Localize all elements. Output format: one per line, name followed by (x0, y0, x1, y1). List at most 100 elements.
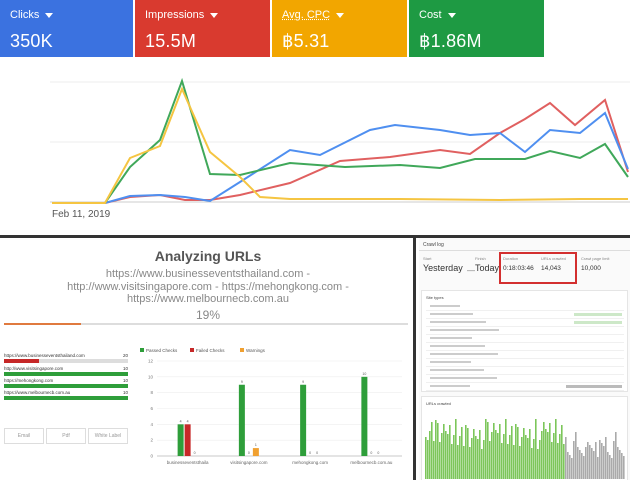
histogram-bar (621, 453, 623, 479)
url-text: https://mehongkong.com (4, 378, 54, 383)
url-text: http://www.visitsingapore.com (4, 366, 64, 371)
site-type-row[interactable] (426, 336, 624, 343)
site-type-row[interactable] (426, 328, 624, 335)
kpi-clicks-value: 350K (10, 31, 53, 51)
kpi-clicks[interactable]: Clicks 350K (0, 0, 133, 57)
url-text: https://www.businesseventsthailand.com (4, 353, 85, 358)
x-axis-date-label: Feb 11, 2019 (52, 209, 111, 220)
histogram-bar (427, 440, 429, 479)
site-type-placeholder (430, 329, 499, 331)
url-list-item[interactable]: https://mehongkong.com 10 (4, 378, 128, 388)
histogram-bar (577, 447, 579, 479)
bar (238, 384, 245, 456)
site-type-row[interactable] (426, 376, 624, 383)
site-type-row[interactable] (426, 344, 624, 351)
histogram-bar (623, 456, 625, 479)
site-type-row[interactable] (426, 368, 624, 375)
histogram-bar (491, 432, 493, 479)
site-type-row[interactable] (426, 304, 624, 311)
histogram-bar (613, 441, 615, 479)
y-tick-label: 0 (150, 454, 153, 459)
site-type-placeholder (430, 321, 486, 323)
legend-swatch (240, 348, 244, 352)
y-tick-label: 4 (150, 422, 153, 427)
site-type-row[interactable] (426, 352, 624, 359)
x-category-label: mehongkong.com (292, 460, 328, 465)
progress-fill (4, 323, 81, 325)
histogram-bar (513, 445, 515, 479)
site-type-row[interactable] (426, 312, 624, 319)
bar-value-label: 1 (255, 443, 257, 447)
x-category-label: melbournecb.com.au (350, 460, 393, 465)
bottom-screenshots-area: Analyzing URLs https://www.businessevent… (0, 235, 630, 480)
histogram-bar (459, 436, 461, 479)
url-list-item[interactable]: http://www.visitsingapore.com 10 (4, 366, 128, 376)
histogram-bar (619, 450, 621, 479)
histogram-bar (503, 434, 505, 479)
limit-label: Crawl page limit (581, 256, 610, 261)
histogram-bar (505, 419, 507, 479)
kpi-impressions[interactable]: Impressions 15.5M (135, 0, 270, 57)
histogram-bar (511, 426, 513, 479)
histogram-bar (543, 422, 545, 479)
kpi-avg-cpc-value: ฿5.31 (282, 31, 330, 51)
crawl-histogram (425, 419, 625, 479)
bar-value-label: 0 (194, 451, 196, 455)
histogram-bar (523, 428, 525, 479)
histogram-bar (593, 451, 595, 479)
histogram-bar (565, 437, 567, 479)
kpi-impressions-value: 15.5M (145, 31, 197, 51)
site-types-title: Site types (426, 295, 444, 300)
site-type-row[interactable] (426, 360, 624, 367)
kpi-cost-value: ฿1.86M (419, 31, 482, 51)
histogram-bar (615, 432, 617, 479)
site-type-placeholder (430, 361, 471, 363)
histogram-bar (467, 428, 469, 479)
white-label-button[interactable]: White Label (88, 428, 128, 444)
histogram-bar (485, 419, 487, 479)
histogram-bar (607, 452, 609, 479)
caret-down-icon[interactable] (447, 12, 456, 18)
kpi-cost[interactable]: Cost ฿1.86M (409, 0, 544, 57)
url-list-item[interactable]: https://www.businesseventsthailand.com 20 (4, 353, 128, 363)
histogram-bar (451, 444, 453, 479)
histogram-bar (499, 424, 501, 479)
bar-value-label: 4 (180, 419, 182, 423)
histogram-bar (567, 452, 569, 479)
kpi-avg-cpc[interactable]: Avg. CPC ฿5.31 (272, 0, 407, 57)
histogram-bar (535, 419, 537, 479)
histogram-bar (507, 444, 509, 479)
caret-down-icon[interactable] (210, 12, 219, 18)
histogram-bar (431, 422, 433, 479)
histogram-bar (573, 441, 575, 479)
site-type-row[interactable] (426, 320, 624, 327)
histogram-bar (457, 445, 459, 479)
duration-value: 0:18:03:46 (503, 265, 534, 272)
histogram-bar (537, 449, 539, 479)
histogram-bar (437, 423, 439, 479)
histogram-bar (465, 425, 467, 479)
kpi-clicks-label: Clicks (10, 9, 40, 21)
email-button[interactable]: Email (4, 428, 44, 444)
caret-down-icon[interactable] (336, 12, 345, 18)
site-type-row[interactable] (426, 384, 624, 391)
histogram-bar (595, 442, 597, 479)
site-type-bar (574, 321, 622, 324)
progress-bar (4, 323, 408, 325)
duration-label: Duration (503, 256, 519, 261)
histogram-bar (609, 455, 611, 479)
histogram-bar (551, 442, 553, 479)
histogram-bar (563, 444, 565, 479)
histogram-bar (579, 450, 581, 479)
start-label: Start (423, 256, 432, 261)
caret-down-icon[interactable] (45, 12, 54, 18)
histogram-bar (469, 447, 471, 479)
histogram-bar (603, 446, 605, 479)
bar (300, 384, 307, 456)
histogram-bar (455, 419, 457, 479)
site-types-card: Site types (421, 290, 628, 392)
site-type-bar (574, 313, 622, 316)
url-count: 10 (122, 390, 128, 395)
url-list-item[interactable]: https://www.melbournecb.com.au 10 (4, 390, 128, 400)
pdf-button[interactable]: Pdf (46, 428, 86, 444)
